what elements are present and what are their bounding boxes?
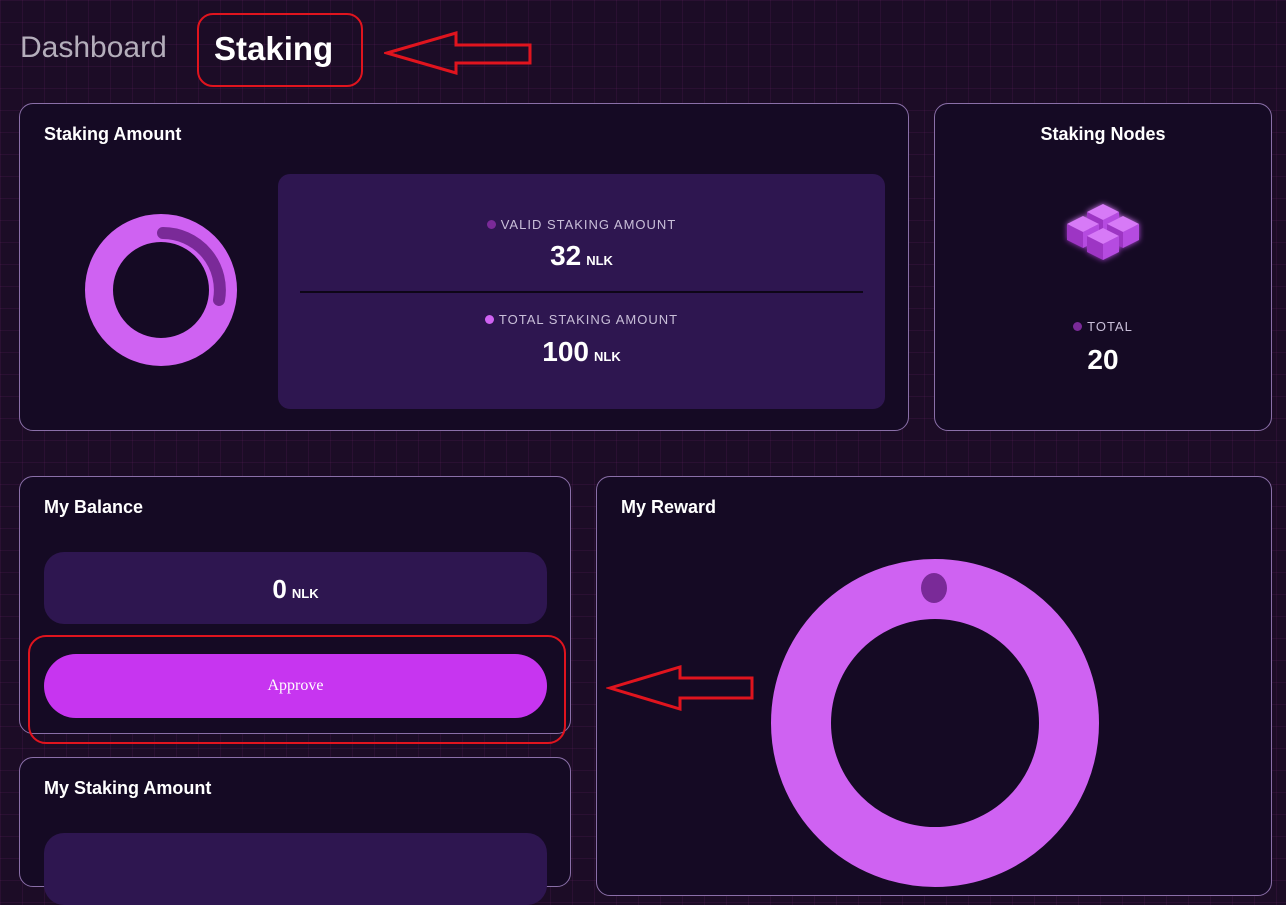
total-staking-value: 100 NLK xyxy=(542,336,621,367)
valid-staking-label: VALID STAKING AMOUNT xyxy=(278,217,885,232)
nodes-dot-icon xyxy=(1073,322,1083,331)
total-dot-icon xyxy=(484,315,494,324)
stats-divider xyxy=(300,291,863,293)
highlight-box-approve xyxy=(28,635,566,744)
staking-amount-title: Staking Amount xyxy=(44,124,182,144)
staking-amount-card: Staking Amount VALID STAKING AMOUNT 32 NL… xyxy=(19,103,909,431)
highlight-box-staking xyxy=(197,13,363,87)
my-staking-amount-card: My Staking Amount xyxy=(19,757,571,905)
nav-dashboard-link[interactable]: Dashboard xyxy=(20,31,167,65)
staking-nodes-card: Staking Nodes TOTAL 20 xyxy=(934,103,1272,431)
staking-amount-donut xyxy=(85,214,237,366)
reward-donut xyxy=(771,559,1099,887)
my-staking-amount-title: My Staking Amount xyxy=(44,778,212,798)
balance-value: 0 NLK xyxy=(272,574,319,604)
staking-stats-panel: VALID STAKING AMOUNT 32 NLK TOTAL STAKING… xyxy=(278,174,885,409)
annotation-arrow-staking xyxy=(384,31,532,75)
my-staking-panel xyxy=(44,833,547,905)
my-balance-title: My Balance xyxy=(44,497,144,517)
staking-nodes-title: Staking Nodes xyxy=(1040,124,1166,144)
total-staking-label: TOTAL STAKING AMOUNT xyxy=(278,312,885,327)
nodes-total-label: TOTAL xyxy=(935,319,1271,334)
nodes-cubes-icon xyxy=(1067,204,1139,260)
annotation-arrow-approve xyxy=(606,664,754,712)
my-reward-title: My Reward xyxy=(621,497,717,517)
balance-panel: 0 NLK xyxy=(44,552,547,624)
valid-staking-value: 32 NLK xyxy=(550,240,613,271)
reward-indicator xyxy=(921,573,947,603)
nodes-total-value: 20 xyxy=(1087,344,1119,375)
valid-dot-icon xyxy=(486,220,496,229)
